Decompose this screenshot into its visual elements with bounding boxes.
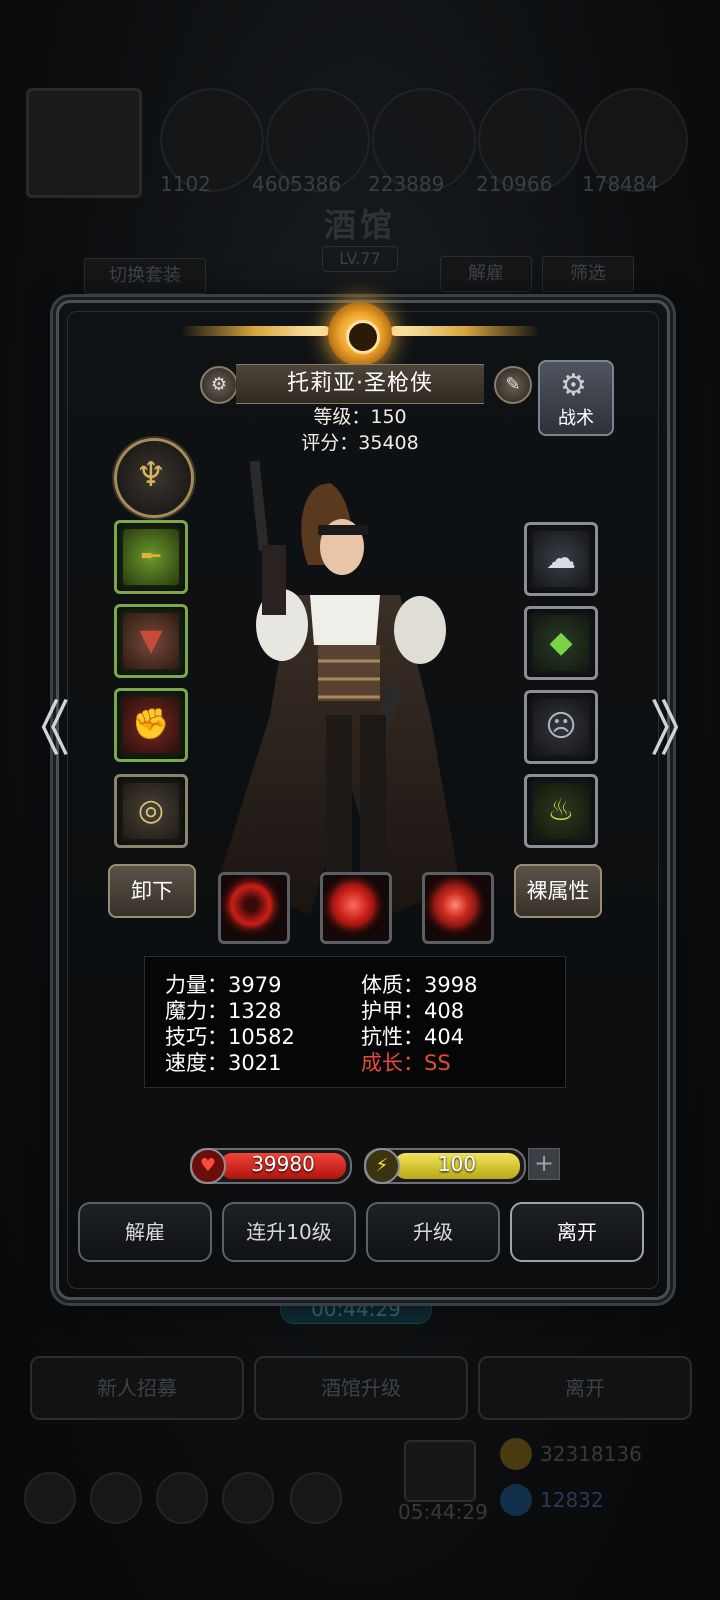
ring-slot[interactable]: ◎ — [114, 774, 188, 848]
gold-amount: 32318136 — [540, 1442, 642, 1466]
gear-icon: ⚙ — [560, 368, 587, 403]
gift-countdown: 05:44:29 — [398, 1500, 488, 1524]
resource-value-5: 178484 — [582, 172, 659, 196]
gift-box-icon[interactable] — [404, 1440, 476, 1502]
bg-dismiss-button[interactable]: 解雇 — [440, 256, 532, 292]
resource-value-4: 210966 — [476, 172, 553, 196]
hp-bar: ♥ 39980 — [190, 1148, 352, 1184]
settings-badge-icon[interactable]: ⚙ — [200, 366, 238, 404]
dismiss-button[interactable]: 解雇 — [78, 1202, 212, 1262]
player-avatar — [26, 88, 142, 198]
recruit-button[interactable]: 新人招募 — [30, 1356, 244, 1420]
lantern-icon: ♨ — [547, 793, 575, 828]
resource-value-3: 223889 — [368, 172, 445, 196]
tactics-button[interactable]: ⚙ 战术 — [538, 360, 614, 436]
silver-cloud-crown-icon: ☁ — [546, 541, 576, 576]
menu-icon-1[interactable] — [24, 1472, 76, 1524]
tavern-upgrade-button[interactable]: 酒馆升级 — [254, 1356, 468, 1420]
rename-pencil-icon[interactable]: ✎ — [494, 366, 532, 404]
next-hero-arrow-icon[interactable]: 》 — [650, 700, 710, 760]
resource-value-1: 1102 — [160, 172, 211, 196]
emblem-wing-left — [180, 326, 330, 336]
ring-icon: ◎ — [137, 793, 165, 828]
red-armor-icon: ▼ — [139, 623, 163, 658]
skill-slot-2[interactable] — [320, 872, 392, 944]
add-energy-button[interactable]: + — [528, 1148, 560, 1180]
switch-outfit-button[interactable]: 切换套装 — [84, 258, 206, 294]
hero-name: 托莉亚·圣枪侠 — [236, 364, 484, 404]
menu-icon-3[interactable] — [156, 1472, 208, 1524]
gem-icon — [500, 1484, 532, 1516]
emblem-wing-right — [390, 326, 540, 336]
level-up-button[interactable]: 升级 — [366, 1202, 500, 1262]
stat-speed: 速度：3021 — [165, 1051, 282, 1075]
stat-growth: 成长：SS — [361, 1051, 451, 1075]
level-up-10-button[interactable]: 连升10级 — [222, 1202, 356, 1262]
hp-value: 39980 — [251, 1152, 315, 1176]
crosshair-skill-icon — [229, 883, 273, 927]
filter-button[interactable]: 筛选 — [542, 256, 634, 292]
mask-icon: ☹ — [545, 709, 577, 744]
panel-emblem-icon — [328, 302, 392, 366]
energy-bar: ⚡ 100 — [364, 1148, 526, 1184]
prev-hero-arrow-icon[interactable]: 《 — [10, 700, 70, 760]
resource-value-2: 4605386 — [252, 172, 342, 196]
lantern-slot[interactable]: ♨ — [524, 774, 598, 848]
leave-button[interactable]: 离开 — [510, 1202, 644, 1262]
weapon-slot[interactable]: ╾ — [114, 520, 188, 594]
gauntlet-slot[interactable]: ✊ — [114, 688, 188, 762]
base-attributes-button[interactable]: 裸属性 — [514, 864, 602, 918]
golden-rifle-icon: ╾ — [141, 539, 161, 574]
bg-leave-button[interactable]: 离开 — [478, 1356, 692, 1420]
armor-slot[interactable]: ▼ — [114, 604, 188, 678]
skill-slot-3[interactable] — [422, 872, 494, 944]
target-skill-icon — [433, 883, 477, 927]
vortex-skill-icon — [331, 883, 375, 927]
gem-amount: 12832 — [540, 1488, 604, 1512]
rank-wings-icon[interactable]: ♆ — [114, 438, 194, 518]
menu-icon-4[interactable] — [222, 1472, 274, 1524]
accessory-slot[interactable]: ◆ — [524, 606, 598, 680]
unequip-button[interactable]: 卸下 — [108, 864, 196, 918]
helmet-slot[interactable]: ☁ — [524, 522, 598, 596]
menu-icon-5[interactable] — [290, 1472, 342, 1524]
emblem-core — [346, 320, 380, 354]
energy-value: 100 — [437, 1152, 477, 1176]
stats-panel: 力量：3979 魔力：1328 技巧：10582 速度：3021 体质：3998… — [144, 956, 566, 1088]
menu-icon-2[interactable] — [90, 1472, 142, 1524]
tavern-level: LV.77 — [322, 246, 398, 272]
green-cocoon-icon: ◆ — [549, 625, 573, 660]
tactics-label: 战术 — [558, 408, 594, 429]
mask-slot[interactable]: ☹ — [524, 690, 598, 764]
crimson-gauntlet-icon: ✊ — [132, 707, 170, 742]
skill-slot-1[interactable] — [218, 872, 290, 944]
tavern-title: 酒馆 — [323, 206, 396, 244]
gold-coin-icon — [500, 1438, 532, 1470]
